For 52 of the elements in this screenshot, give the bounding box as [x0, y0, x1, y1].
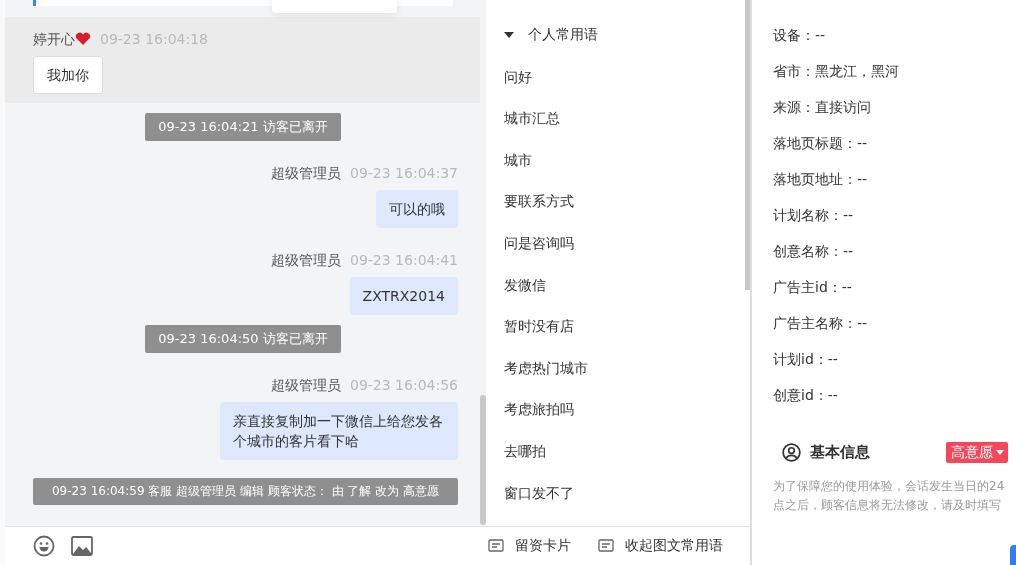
- message-bubble: 亲直接复制加一下微信上给您发各个城市的客片看下哈: [220, 402, 458, 460]
- info-field: 落地页地址：--: [773, 169, 868, 189]
- message-time: 09-23 16:04:41: [350, 251, 458, 270]
- caret-icon: [504, 31, 514, 39]
- info-field: 省市：黑龙江，黑河: [773, 61, 899, 81]
- toolbar-action[interactable]: 收起图文常用语: [598, 537, 723, 556]
- message-icon: [598, 539, 614, 554]
- info-field: 创意名称：--: [773, 241, 854, 261]
- message-bubble: ZXTRX2014: [349, 277, 458, 315]
- info-field: 计划id：--: [773, 349, 838, 369]
- info-field: 创意id：--: [773, 385, 838, 405]
- message-bubble: 可以的哦: [376, 190, 458, 228]
- scrollbar-thumb[interactable]: [480, 395, 486, 525]
- info-field: 落地页标题：--: [773, 133, 868, 153]
- phrase-item[interactable]: 暂时没有店: [504, 316, 574, 337]
- status-dropdown[interactable]: 高意愿: [946, 441, 1008, 463]
- heart-icon: [75, 32, 91, 46]
- phrase-item[interactable]: 窗口发不了: [504, 482, 574, 503]
- message-time: 09-23 16:04:37: [350, 164, 458, 183]
- message-icon: [488, 539, 504, 554]
- section-title: 基本信息: [810, 442, 870, 462]
- info-field: 来源：直接访问: [773, 97, 871, 117]
- info-field: 广告主id：--: [773, 277, 852, 297]
- phrase-item[interactable]: 城市: [504, 149, 532, 170]
- message-time: 09-23 16:04:56: [350, 376, 458, 395]
- caret-icon: [996, 449, 1004, 455]
- info-field: 广告主名称：--: [773, 313, 868, 333]
- agent-name: 超级管理员: [271, 164, 341, 183]
- image-icon[interactable]: [71, 535, 93, 558]
- status-change-notice: 09-23 16:04:59 客服 超级管理员 编辑 顾客状态： 由 了解 改为 高意愿: [33, 478, 458, 505]
- phrase-item[interactable]: 城市汇总: [504, 108, 560, 129]
- phrase-item[interactable]: 要联系方式: [504, 191, 574, 212]
- agent-name: 超级管理员: [271, 376, 341, 395]
- toolbar-action[interactable]: 留资卡片: [488, 537, 571, 556]
- user-icon: [782, 442, 801, 462]
- emoji-icon[interactable]: [33, 535, 55, 558]
- scrollbar-thumb[interactable]: [745, 0, 750, 290]
- phrase-item[interactable]: 考虑热门城市: [504, 357, 588, 378]
- visitor-name: 婷开心: [33, 30, 75, 49]
- info-note: 为了保障您的使用体验，会话发生当日的24点之后，顾客信息将无法修改，请及时填写: [773, 478, 1006, 514]
- phrase-item[interactable]: 问是咨询吗: [504, 232, 574, 253]
- phrase-item[interactable]: 考虑旅拍吗: [504, 399, 574, 420]
- info-field: 设备：--: [773, 25, 826, 45]
- system-message: 09-23 16:04:50 访客已离开: [145, 325, 341, 353]
- phrase-item[interactable]: 去哪拍: [504, 440, 546, 461]
- message-bubble: 我加你: [33, 56, 103, 94]
- phrase-item[interactable]: 问好: [504, 66, 532, 87]
- system-message: 09-23 16:04:21 访客已离开: [145, 113, 341, 141]
- phrase-item[interactable]: 发微信: [504, 274, 546, 295]
- info-field: 计划名称：--: [773, 205, 854, 225]
- agent-name: 超级管理员: [271, 251, 341, 270]
- phrase-group-header[interactable]: 个人常用语: [504, 25, 732, 45]
